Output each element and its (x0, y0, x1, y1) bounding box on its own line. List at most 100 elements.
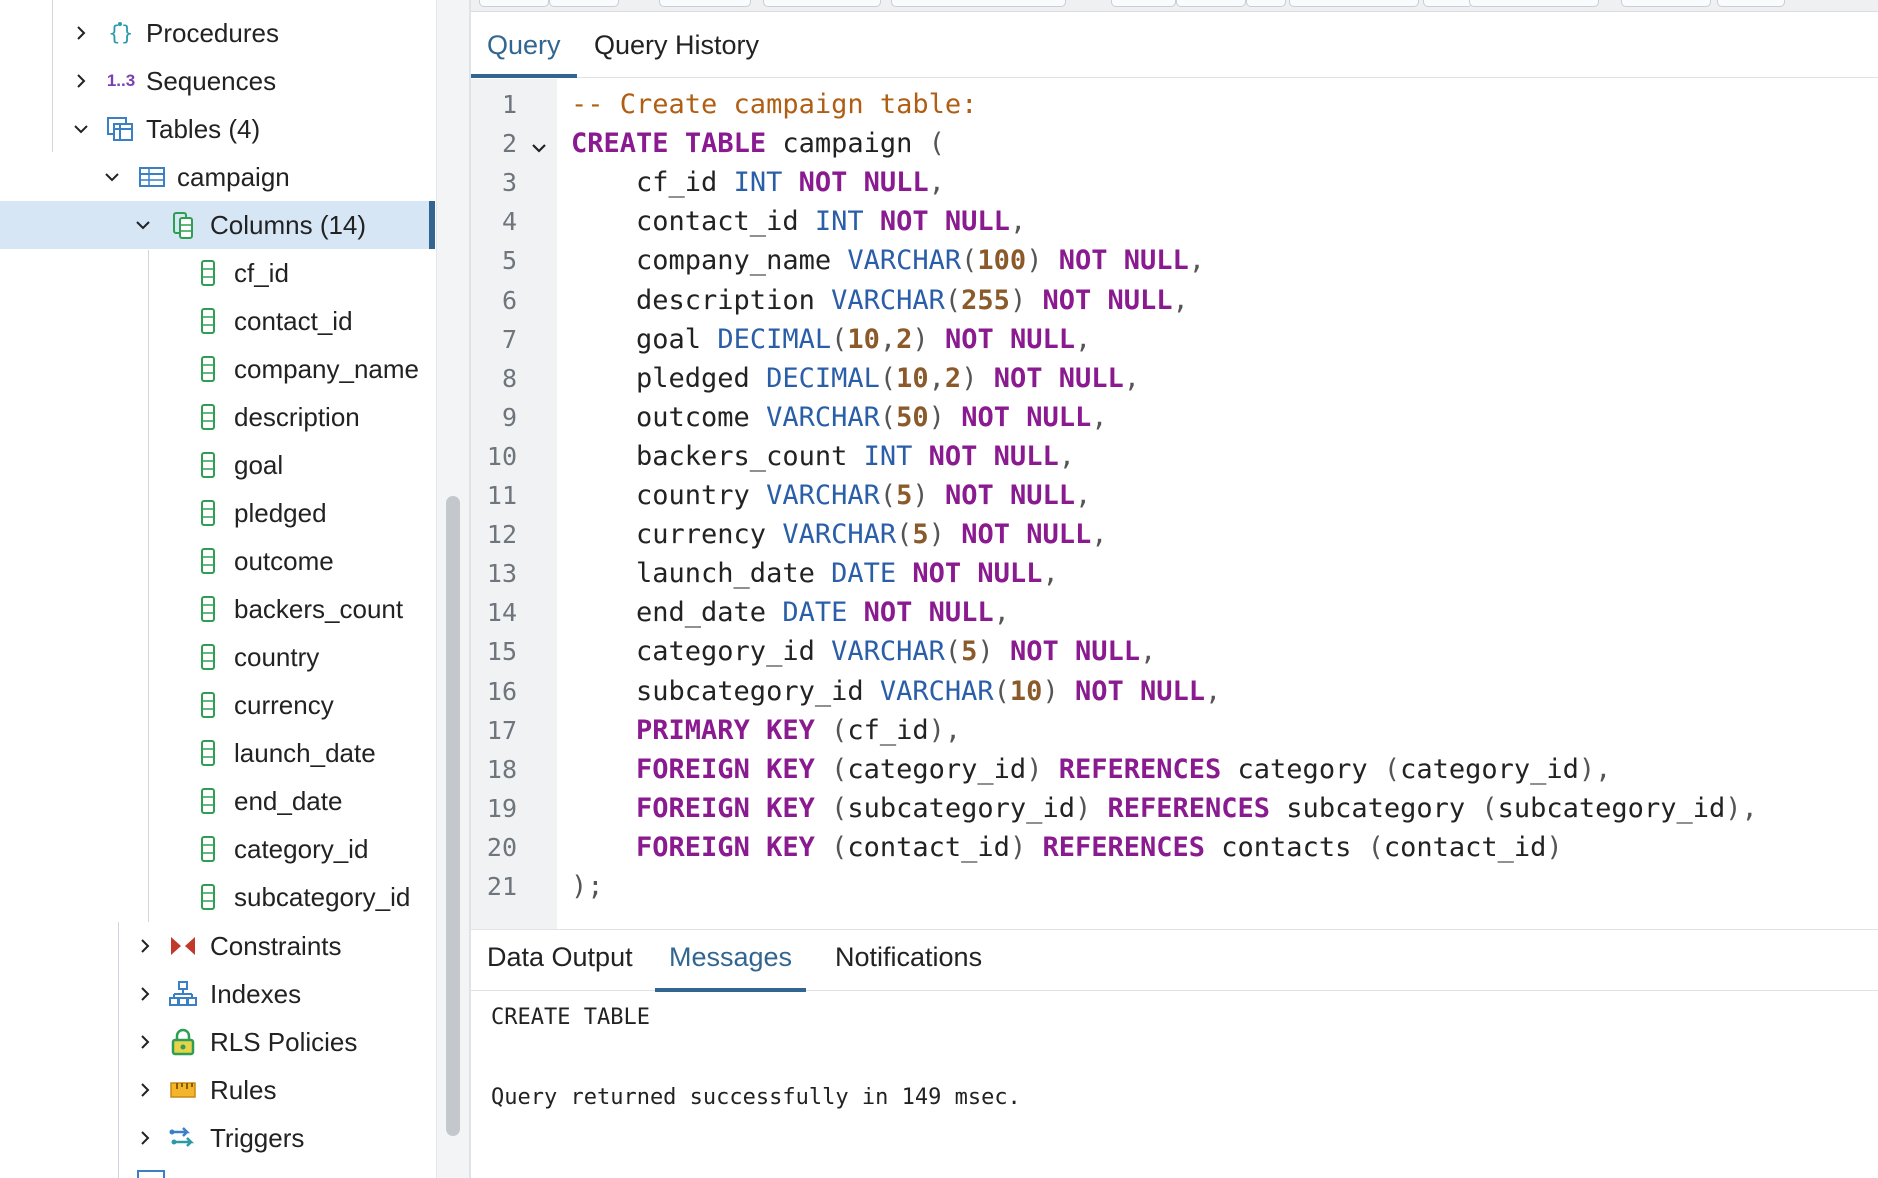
tree-item-column[interactable]: outcome (0, 537, 435, 585)
tree-item-column[interactable]: subcategory_id (0, 873, 435, 921)
tree-item-column[interactable]: category_id (0, 825, 435, 873)
code-token: ) (961, 362, 978, 394)
chevron-right-icon[interactable] (134, 1031, 156, 1053)
tree-item-tables[interactable]: Tables (4) (0, 105, 435, 153)
code-token: , (1074, 480, 1092, 511)
code-token: outcome (571, 401, 767, 433)
column-icon (193, 402, 223, 432)
code-line: company_name VARCHAR(100) NOT NULL, (571, 245, 1205, 276)
tab-notifications[interactable]: Notifications (835, 942, 982, 992)
toolbar-button[interactable] (1717, 0, 1785, 7)
tree-label: country (234, 641, 320, 672)
tab-messages[interactable]: Messages (655, 942, 807, 992)
code-token: ( (831, 323, 848, 355)
tab-query[interactable]: Query (471, 30, 577, 78)
code-token: ) (977, 636, 994, 668)
code-token: contact_id (1383, 831, 1547, 863)
sidebar-scrollbar[interactable] (436, 0, 469, 1178)
tree-item-rules[interactable]: Rules (0, 1066, 435, 1114)
chevron-right-icon[interactable] (70, 22, 92, 44)
code-line: FOREIGN KEY (contact_id) REFERENCES cont… (571, 832, 1563, 863)
tree-item-column[interactable]: end_date (0, 777, 435, 825)
tab-query-history[interactable]: Query History (594, 30, 759, 78)
tree-item-column[interactable]: description (0, 393, 435, 441)
code-token: , (928, 167, 945, 199)
tree-item-column[interactable]: currency (0, 681, 435, 729)
code-token: ) (928, 519, 945, 551)
tab-data-output[interactable]: Data Output (487, 942, 633, 992)
tree-item-column[interactable]: contact_id (0, 297, 435, 345)
code-token: ) (1042, 675, 1059, 707)
toolbar-button[interactable] (1176, 0, 1246, 7)
column-icon (193, 306, 223, 336)
code-token: , (1172, 284, 1189, 316)
chevron-right-icon[interactable] (134, 935, 156, 957)
toolbar-button[interactable] (763, 0, 881, 7)
tree-item-column[interactable]: backers_count (0, 585, 435, 633)
code-token: ( (896, 519, 913, 551)
column-icon (193, 258, 223, 288)
chevron-right-icon[interactable] (134, 1079, 156, 1101)
code-token: 10 (1009, 675, 1043, 707)
toolbar-button[interactable] (1246, 0, 1286, 7)
tree-item-column[interactable]: country (0, 633, 435, 681)
tree-item-column[interactable]: goal (0, 441, 435, 489)
toolbar-button[interactable] (479, 0, 549, 7)
sql-editor[interactable]: 1 2 3 4 5 6 7 8 9 10 11 12 13 14 15 16 17 18 19 20 21 -- Cre… (471, 79, 1878, 929)
scrollbar-thumb[interactable] (446, 496, 460, 1136)
chevron-down-icon[interactable] (101, 166, 123, 188)
code-token: ) (1546, 831, 1563, 863)
tree-item-column[interactable]: launch_date (0, 729, 435, 777)
chevron-down-icon[interactable] (70, 118, 92, 140)
chevron-down-icon[interactable] (132, 214, 154, 236)
rules-icon (168, 1075, 198, 1105)
tree-item-indexes[interactable]: Indexes (0, 970, 435, 1018)
code-token: ( (993, 675, 1010, 707)
code-token: 2 (944, 362, 962, 394)
code-token: 100 (977, 245, 1027, 277)
toolbar-button[interactable] (1621, 0, 1711, 7)
tree-item-constraints[interactable]: Constraints (0, 922, 435, 970)
toolbar-button[interactable] (659, 0, 751, 7)
code-token: FOREIGN KEY (636, 792, 815, 824)
toolbar-button[interactable] (549, 0, 619, 7)
toolbar (471, 0, 1878, 12)
code-token: INT (863, 440, 913, 472)
code-token: NOT NULL (993, 362, 1124, 394)
code-line: cf_id INT NOT NULL, (571, 167, 945, 198)
tree-label: outcome (234, 545, 334, 576)
toolbar-button[interactable] (1423, 0, 1473, 7)
tree-item-column[interactable]: cf_id (0, 249, 435, 297)
tree-item-column[interactable]: pledged (0, 489, 435, 537)
code-line: PRIMARY KEY (cf_id), (571, 715, 961, 746)
tree-item-sequences[interactable]: 1..3 Sequences (0, 57, 435, 105)
column-icon (193, 834, 223, 864)
code-token: ) (1009, 831, 1027, 863)
tree-item-campaign[interactable]: campaign (0, 153, 435, 201)
toolbar-button[interactable] (891, 0, 1066, 7)
tree-item-column[interactable]: company_name (0, 345, 435, 393)
code-line: description VARCHAR(255) NOT NULL, (571, 285, 1189, 316)
tree-label: Sequences (146, 65, 277, 96)
object-explorer: {} Procedures 1..3 Sequences Tables (4) … (0, 0, 469, 1178)
chevron-right-icon[interactable] (134, 983, 156, 1005)
tree-item-triggers[interactable]: Triggers (0, 1114, 435, 1162)
fold-chevron-icon[interactable] (529, 138, 549, 158)
code-token: contacts (1205, 831, 1368, 863)
toolbar-button[interactable] (1111, 0, 1176, 7)
chevron-right-icon[interactable] (134, 1127, 156, 1149)
chevron-right-icon[interactable] (70, 70, 92, 92)
toolbar-button[interactable] (1469, 0, 1599, 7)
tree-item-rls-policies[interactable]: RLS Policies (0, 1018, 435, 1066)
column-icon (193, 882, 223, 912)
tree-item-columns[interactable]: Columns (14) (0, 201, 435, 249)
line-number: 6 (501, 285, 517, 315)
tree-item-procedures[interactable]: {} Procedures (0, 9, 435, 57)
toolbar-button[interactable] (1289, 0, 1419, 7)
